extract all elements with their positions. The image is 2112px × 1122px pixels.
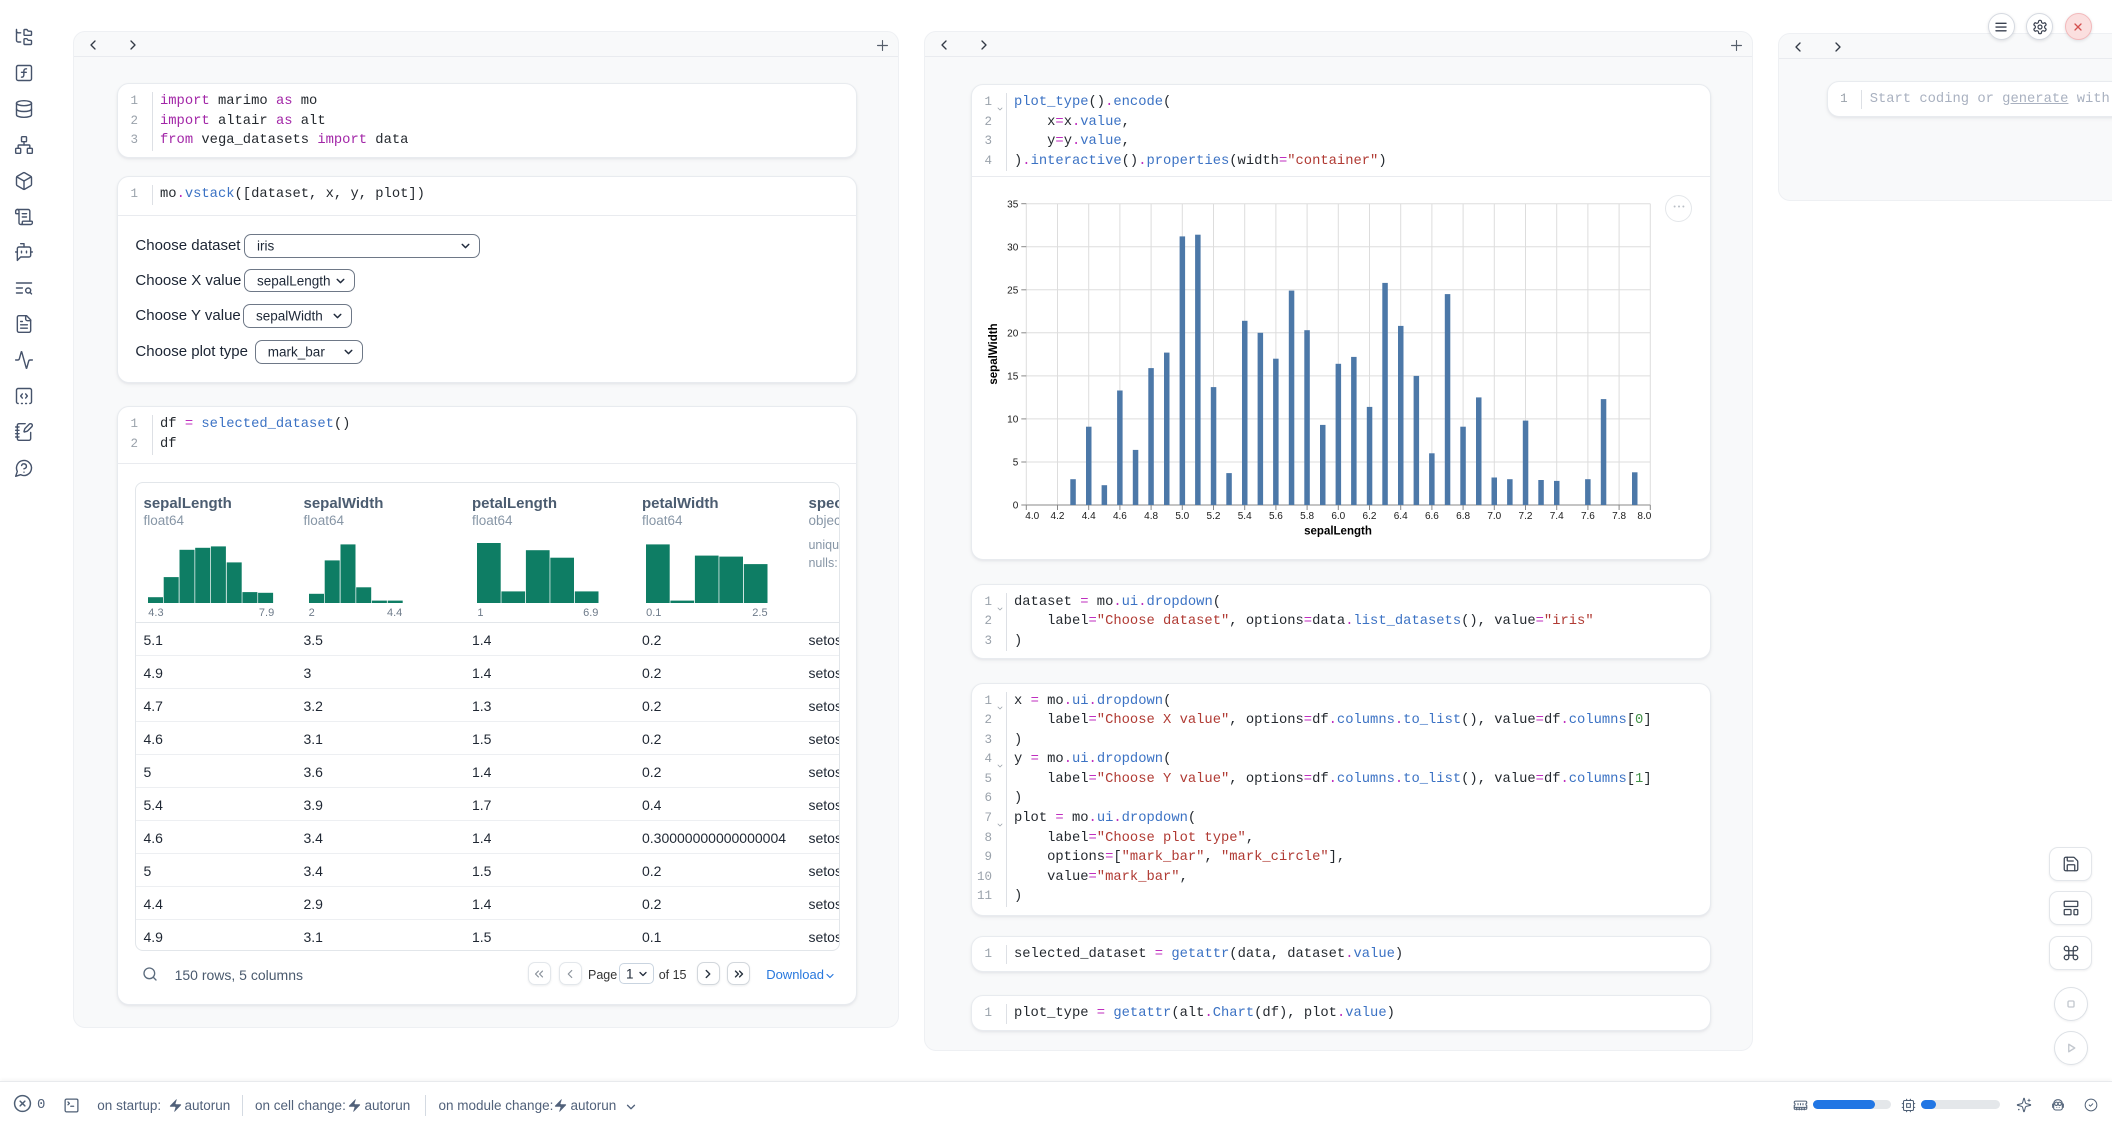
svg-text:20: 20 xyxy=(1007,328,1019,339)
svg-text:4.6: 4.6 xyxy=(1113,511,1127,522)
svg-text:7.4: 7.4 xyxy=(1550,511,1564,522)
svg-text:6.8: 6.8 xyxy=(1456,511,1470,522)
svg-text:5.4: 5.4 xyxy=(1238,511,1252,522)
svg-text:35: 35 xyxy=(1007,199,1019,210)
svg-text:6.6: 6.6 xyxy=(1425,511,1439,522)
svg-text:sepalLength: sepalLength xyxy=(1304,526,1372,538)
svg-text:6.4: 6.4 xyxy=(1394,511,1408,522)
svg-text:5: 5 xyxy=(1013,458,1019,469)
svg-text:30: 30 xyxy=(1007,242,1019,253)
svg-text:5.8: 5.8 xyxy=(1300,511,1314,522)
svg-text:10: 10 xyxy=(1007,415,1019,426)
svg-text:4.0: 4.0 xyxy=(1025,511,1039,522)
svg-text:15: 15 xyxy=(1007,372,1019,383)
svg-text:5.6: 5.6 xyxy=(1269,511,1283,522)
svg-text:0: 0 xyxy=(1013,501,1019,512)
svg-text:4.4: 4.4 xyxy=(1082,511,1096,522)
svg-text:7.6: 7.6 xyxy=(1581,511,1595,522)
svg-text:5.0: 5.0 xyxy=(1175,511,1189,522)
svg-text:7.8: 7.8 xyxy=(1612,511,1626,522)
svg-text:7.0: 7.0 xyxy=(1487,511,1501,522)
svg-text:4.2: 4.2 xyxy=(1051,511,1065,522)
svg-text:7.2: 7.2 xyxy=(1519,511,1533,522)
svg-text:6.0: 6.0 xyxy=(1331,511,1345,522)
svg-text:sepalWidth: sepalWidth xyxy=(988,323,1000,384)
svg-text:25: 25 xyxy=(1007,285,1019,296)
svg-text:4.8: 4.8 xyxy=(1144,511,1158,522)
svg-text:5.2: 5.2 xyxy=(1207,511,1221,522)
svg-text:8.0: 8.0 xyxy=(1637,511,1651,522)
svg-text:6.2: 6.2 xyxy=(1363,511,1377,522)
